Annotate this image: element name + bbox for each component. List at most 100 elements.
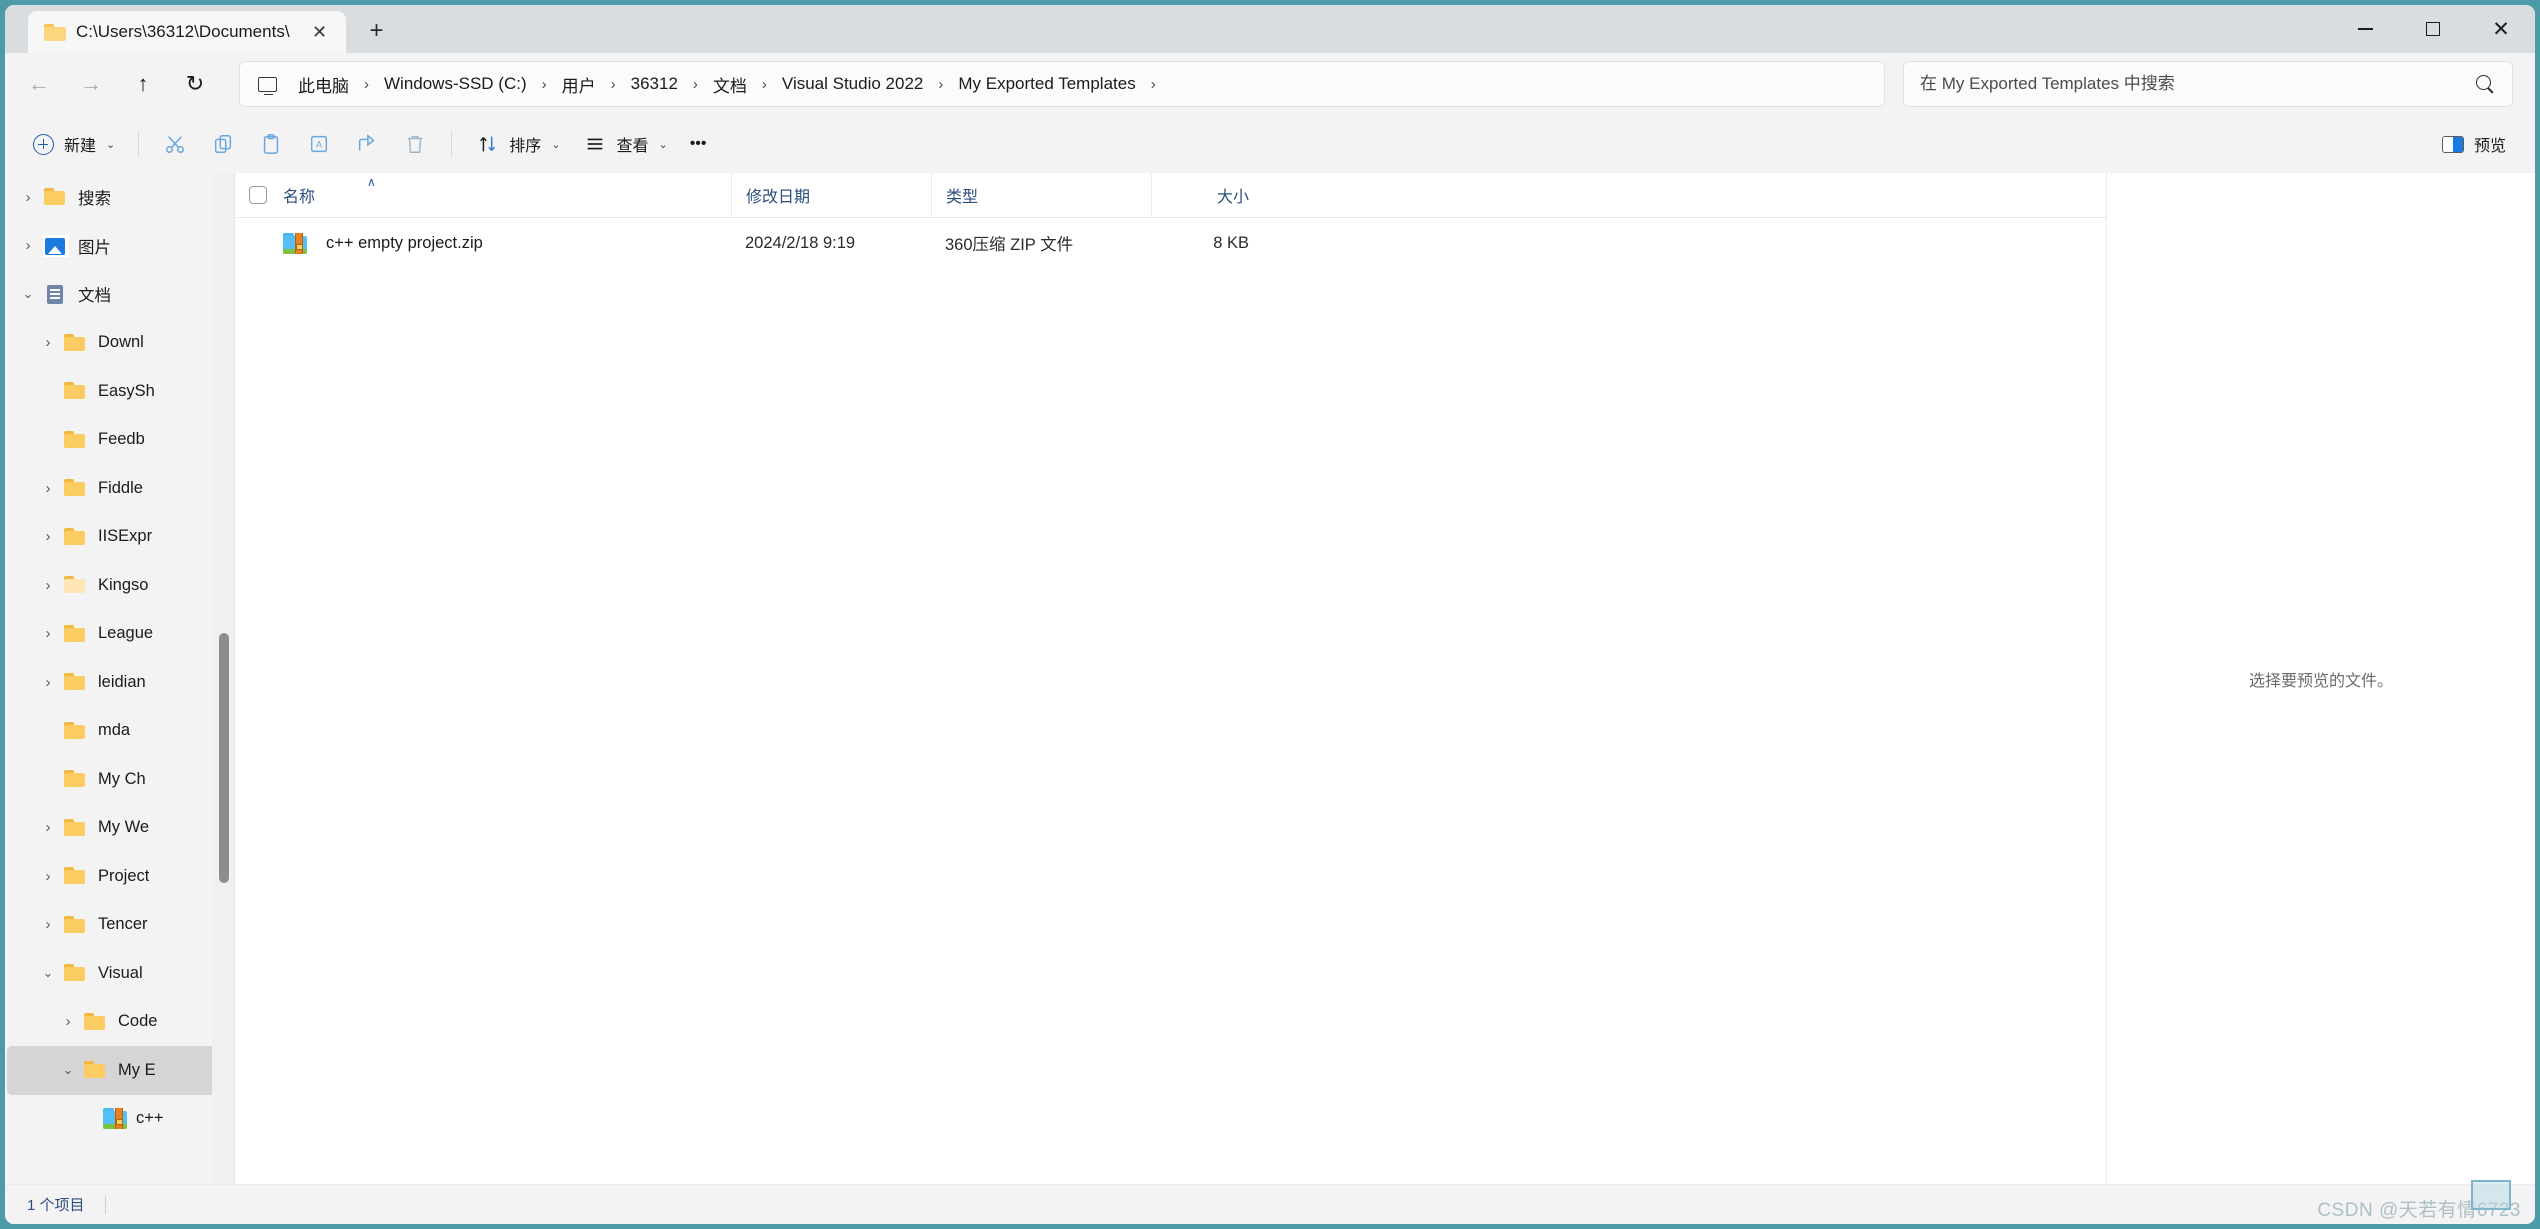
sidebar-item-my-e[interactable]: ⌄ My E bbox=[7, 1046, 232, 1095]
forward-button[interactable]: → bbox=[67, 60, 115, 108]
sidebar-item-feedb[interactable]: Feedb bbox=[7, 416, 232, 465]
sidebar-item-mda[interactable]: mda bbox=[7, 707, 232, 756]
close-tab-icon[interactable]: ✕ bbox=[306, 18, 334, 46]
chevron-right-icon[interactable]: › bbox=[33, 868, 63, 885]
breadcrumb-item-2[interactable]: 用户 bbox=[552, 66, 606, 103]
search-icon[interactable] bbox=[2474, 73, 2496, 95]
column-header-date[interactable]: 修改日期 bbox=[731, 173, 931, 218]
sidebar-item-downl[interactable]: ›Downl bbox=[7, 319, 232, 368]
sidebar-item-code[interactable]: ›Code bbox=[7, 998, 232, 1047]
chevron-right-icon[interactable]: › bbox=[33, 480, 63, 497]
chevron-right-icon[interactable]: › bbox=[33, 674, 63, 691]
chevron-down-icon: ⌄ bbox=[106, 138, 115, 151]
search-input[interactable] bbox=[1920, 74, 2474, 94]
folder-icon bbox=[83, 1011, 109, 1033]
sidebar-scrollbar-thumb[interactable] bbox=[219, 633, 229, 883]
divider bbox=[105, 1196, 106, 1214]
preview-pane-button[interactable]: 预览 bbox=[2429, 123, 2517, 165]
chevron-down-icon[interactable]: ⌄ bbox=[33, 965, 63, 981]
chevron-down-icon[interactable]: ⌄ bbox=[13, 286, 43, 302]
select-all-checkbox[interactable] bbox=[235, 186, 281, 204]
breadcrumb-separator-end[interactable]: › bbox=[1146, 76, 1161, 93]
chevron-right-icon[interactable]: › bbox=[33, 577, 63, 594]
chevron-right-icon[interactable]: › bbox=[33, 819, 63, 836]
maximize-button[interactable] bbox=[2399, 5, 2467, 53]
cut-button[interactable] bbox=[151, 123, 199, 165]
sidebar-item-iisexpr[interactable]: ›IISExpr bbox=[7, 513, 232, 562]
chevron-right-icon[interactable]: › bbox=[13, 189, 43, 206]
breadcrumb-item-4[interactable]: 文档 bbox=[703, 66, 757, 103]
divider bbox=[451, 131, 452, 157]
column-header-size[interactable]: 大小 bbox=[1151, 173, 1271, 218]
sidebar-item--[interactable]: ⌄ 文档 bbox=[7, 270, 232, 319]
sidebar-item-easysh[interactable]: EasySh bbox=[7, 367, 232, 416]
preview-pane-icon bbox=[2440, 131, 2466, 157]
chevron-right-icon[interactable]: › bbox=[33, 528, 63, 545]
folder-pale-icon bbox=[63, 574, 89, 596]
sidebar-item-leidian[interactable]: ›leidian bbox=[7, 658, 232, 707]
maximize-icon bbox=[2426, 22, 2440, 36]
sidebar-item-c-[interactable]: c++ bbox=[7, 1095, 232, 1144]
new-tab-button[interactable]: + bbox=[358, 12, 396, 50]
chevron-down-icon[interactable]: ⌄ bbox=[53, 1062, 83, 1078]
breadcrumb-separator: › bbox=[359, 76, 374, 93]
sidebar-item-kingso[interactable]: ›Kingso bbox=[7, 561, 232, 610]
close-window-button[interactable]: ✕ bbox=[2467, 5, 2535, 53]
sidebar-item--[interactable]: ›图片 bbox=[7, 222, 232, 271]
breadcrumb-separator: › bbox=[537, 76, 552, 93]
preview-message: 选择要预览的文件。 bbox=[2249, 667, 2393, 691]
chevron-right-icon[interactable]: › bbox=[33, 916, 63, 933]
breadcrumb-separator: › bbox=[688, 76, 703, 93]
sidebar-item-label: My E bbox=[118, 1061, 156, 1080]
window-controls: ✕ bbox=[2331, 5, 2535, 53]
sidebar-item-project[interactable]: ›Project bbox=[7, 852, 232, 901]
sidebar-item-label: 文档 bbox=[78, 282, 111, 306]
folder-icon bbox=[63, 332, 89, 354]
breadcrumb-item-1[interactable]: Windows-SSD (C:) bbox=[374, 68, 537, 100]
breadcrumb-item-6[interactable]: My Exported Templates bbox=[948, 68, 1145, 100]
sidebar-item-fiddle[interactable]: ›Fiddle bbox=[7, 464, 232, 513]
tab-documents[interactable]: C:\Users\36312\Documents\ ✕ bbox=[28, 11, 346, 53]
tab-title: C:\Users\36312\Documents\ bbox=[76, 22, 290, 42]
chevron-right-icon[interactable]: › bbox=[33, 334, 63, 351]
share-button[interactable] bbox=[343, 123, 391, 165]
breadcrumb-item-3[interactable]: 36312 bbox=[621, 68, 688, 100]
more-options-button[interactable]: ••• bbox=[679, 123, 718, 165]
search-box[interactable] bbox=[1903, 61, 2513, 107]
minimize-button[interactable] bbox=[2331, 5, 2399, 53]
status-bar: 1 个项目 CSDN @天若有情6723 bbox=[5, 1184, 2535, 1224]
sidebar-item-my-ch[interactable]: My Ch bbox=[7, 755, 232, 804]
back-button[interactable]: ← bbox=[15, 60, 63, 108]
chevron-right-icon[interactable]: › bbox=[53, 1013, 83, 1030]
sort-button[interactable]: 排序 ⌄ bbox=[464, 123, 571, 165]
paste-button[interactable] bbox=[247, 123, 295, 165]
sidebar-item-my-we[interactable]: ›My We bbox=[7, 804, 232, 853]
up-button[interactable]: ↑ bbox=[119, 60, 167, 108]
sidebar-item-tencer[interactable]: ›Tencer bbox=[7, 901, 232, 950]
folder-icon bbox=[63, 817, 89, 839]
delete-button[interactable] bbox=[391, 123, 439, 165]
sidebar-item-league[interactable]: ›League bbox=[7, 610, 232, 659]
copy-button[interactable] bbox=[199, 123, 247, 165]
svg-text:A: A bbox=[316, 140, 323, 150]
column-header-name[interactable]: 名称 bbox=[281, 173, 731, 218]
sidebar-item--[interactable]: ›搜索 bbox=[7, 173, 232, 222]
empty-list-area[interactable] bbox=[235, 268, 2106, 1184]
sidebar-scrollbar[interactable] bbox=[212, 173, 234, 1184]
refresh-button[interactable]: ↻ bbox=[171, 60, 219, 108]
breadcrumb[interactable]: 此电脑 › Windows-SSD (C:) › 用户 › 36312 › 文档… bbox=[239, 61, 1885, 107]
chevron-right-icon[interactable]: › bbox=[13, 237, 43, 254]
paste-icon bbox=[258, 131, 284, 157]
folder-icon bbox=[63, 526, 89, 548]
sidebar-item-visual[interactable]: ⌄Visual bbox=[7, 949, 232, 998]
breadcrumb-item-0[interactable]: 此电脑 bbox=[288, 66, 359, 103]
column-header-type[interactable]: 类型 bbox=[931, 173, 1151, 218]
chevron-right-icon[interactable]: › bbox=[33, 625, 63, 642]
view-button[interactable]: 查看 ⌄ bbox=[571, 123, 678, 165]
breadcrumb-item-5[interactable]: Visual Studio 2022 bbox=[772, 68, 933, 100]
sidebar-item-label: EasySh bbox=[98, 382, 155, 401]
rename-button[interactable]: A bbox=[295, 123, 343, 165]
folder-icon bbox=[63, 477, 89, 499]
new-button[interactable]: 新建 ⌄ bbox=[19, 123, 126, 165]
table-row[interactable]: c++ empty project.zip2024/2/18 9:19360压缩… bbox=[235, 218, 2106, 268]
